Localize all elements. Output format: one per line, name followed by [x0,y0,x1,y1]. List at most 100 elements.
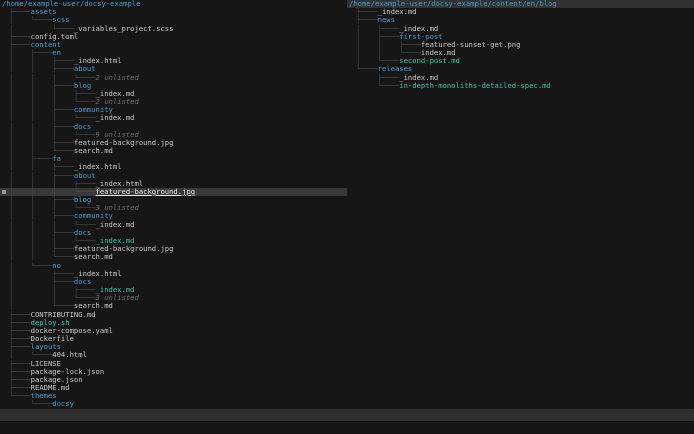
tree-row-file[interactable]: ├────package.json [0,376,347,384]
tree-row-file[interactable]: ├────Dockerfile [0,335,347,343]
tree-branch-lines: ├──── [9,310,31,319]
tree-row-directory[interactable]: │ ├────fa [0,155,347,163]
tree-row-file[interactable]: │ └────second-post.md [347,57,694,65]
tree-branch-lines: │ │ ├──── [9,171,74,180]
mode-flags: h:n gi:y [303,421,359,434]
tree-row-file[interactable]: │ │ │ └────featured-background.jpg [0,187,347,197]
tree-row-file[interactable]: ├────config.toml [0,33,347,41]
directory-name: news [377,16,395,25]
tree-branch-lines: ├──── [9,375,31,384]
tree-row-directory[interactable]: │ │ ├────blog [0,82,347,90]
tree-row-file[interactable]: │ │ ├────featured-sunset-get.png [347,41,694,49]
tree-row-file[interactable]: │ │ ├────featured-background.jpg [0,139,347,147]
tree-row-file[interactable]: │ │ │ └────9 unlisted [0,131,347,139]
tree-row-file[interactable]: │ │ └────index.md [347,49,694,57]
tree-row-file[interactable]: │ │ ├────_index.html [0,57,347,65]
tree-row-directory[interactable]: ├────layouts [0,343,347,351]
tree-row-file[interactable]: │ │ │ └────_index.md [0,114,347,122]
tree-row-file[interactable]: │ │ │ └────2 unlisted [0,98,347,106]
tree-row-file[interactable]: │ │ │ ├────_index.html [0,180,347,188]
tree-row-directory[interactable]: └────themes [0,392,347,400]
file-name: _index.md [399,24,439,33]
left-file-tree-panel: /home/example-user/docsy-example ├────as… [0,0,347,409]
tree-row-file[interactable]: ├────_index.md [347,8,694,16]
tree-row-directory[interactable]: │ └────no [0,262,347,270]
tree-branch-lines: ├──── [9,367,31,376]
tree-row-file[interactable]: │ ├────_index.html [0,270,347,278]
file-name: second-post.md [399,57,460,66]
tree-row-file[interactable]: │ │ └────search.md [0,253,347,261]
tree-branch-lines: │ └──── [9,351,53,360]
tree-row-directory[interactable]: │ │ ├────community [0,212,347,220]
tree-row-file[interactable]: │ │ │ └────_index.md [0,237,347,245]
tree-branch-lines: │ ├──── [9,49,53,58]
tree-row-file[interactable]: ├────README.md [0,384,347,392]
directory-name: community [73,212,113,221]
tree-row-file[interactable]: │ │ ├────featured-background.jpg [0,245,347,253]
tree-branch-lines: ├──── [9,384,31,393]
tree-row-file[interactable]: ├────docker-compose.yaml [0,327,347,335]
tree-branch-lines: │ │ ├──── [9,106,74,115]
tree-row-file[interactable]: │ └────_variables_project.scss [0,25,347,33]
tree-row-file[interactable]: └────in-depth-monoliths-detailed-spec.md [347,82,694,90]
tree-branch-lines: │ │ │ └──── [9,236,96,245]
tree-row-directory[interactable]: │ │ ├────docs [0,229,347,237]
tree-branch-lines: ├──── [9,40,31,49]
tree-row-directory[interactable]: │ └────scss [0,16,347,24]
directory-name: community [73,106,113,115]
tree-branch-lines: │ │ ├──── [9,65,74,74]
tree-branch-lines: │ │ └──── [9,147,74,156]
tree-row-directory[interactable]: │ ├────en [0,49,347,57]
file-name: docker-compose.yaml [30,326,113,335]
tree-row-directory[interactable]: ├────assets [0,8,347,16]
tree-row-file[interactable]: │ │ │ └────_index.md [0,221,347,229]
tree-row-file[interactable]: ├────deploy.sh [0,319,347,327]
tree-row-directory[interactable]: │ │ ├────about [0,172,347,180]
tree-row-directory[interactable]: │ ├────first-post [347,33,694,41]
tree-branch-lines: └──── [9,400,53,409]
tree-row-directory[interactable]: └────releases [347,65,694,73]
tree-row-file[interactable]: │ │ ├────_index.md [0,286,347,294]
left-panel-root-path[interactable]: /home/example-user/docsy-example [0,0,347,8]
right-panel-root-path[interactable]: /home/example-user/docsy-example/content… [347,0,694,9]
tree-branch-lines: │ │ ├──── [9,138,74,147]
tree-row-directory[interactable]: │ │ ├────docs [0,123,347,131]
tree-branch-lines: ├──── [9,343,31,352]
tree-row-file[interactable]: ├────LICENSE [0,360,347,368]
tree-branch-lines: ├──── [356,16,378,25]
tree-row-file[interactable]: │ └────search.md [0,302,347,310]
tree-branch-lines: │ │ │ └──── [9,114,96,123]
tree-branch-lines: │ │ └──── [356,49,421,58]
tree-branch-lines: │ │ │ ├──── [9,89,96,98]
tree-row-directory[interactable]: │ ├────docs [0,278,347,286]
tree-row-file[interactable]: │ │ │ └────2 unlisted [0,74,347,82]
tree-row-file[interactable]: │ └────404.html [0,351,347,359]
command-input-line[interactable]: :cpp h:n gi:y [0,421,694,434]
tree-row-directory[interactable]: └────docsy [0,400,347,408]
tree-branch-lines: │ ├──── [9,155,53,164]
tree-row-directory[interactable]: │ │ ├────community [0,106,347,114]
file-name: CONTRIBUTING.md [30,310,96,319]
tree-row-file[interactable]: │ │ │ ├────_index.md [0,90,347,98]
tree-row-file[interactable]: ├────_index.md [347,74,694,82]
tree-row-directory[interactable]: ├────news [347,16,694,24]
tree-row-file[interactable]: │ │ └────search.md [0,147,347,155]
directory-name: scss [52,16,70,25]
file-name: _index.html [73,57,122,66]
tree-row-file[interactable]: │ │ │ └────3 unlisted [0,204,347,212]
tree-row-file[interactable]: ├────CONTRIBUTING.md [0,311,347,319]
tree-row-file[interactable]: │ │ └────3 unlisted [0,294,347,302]
directory-name: releases [377,65,413,74]
file-name: 404.html [52,351,87,360]
file-name: featured-background.jpg [73,245,174,254]
tree-branch-lines: │ └──── [356,57,400,66]
tree-row-file[interactable]: │ │ ├────_index.html [0,163,347,171]
file-name: _index.md [95,114,135,123]
tree-row-directory[interactable]: │ │ ├────about [0,65,347,73]
tree-row-file[interactable]: ├────package-lock.json [0,368,347,376]
tree-branch-lines: ├──── [9,8,31,17]
tree-row-directory[interactable]: │ │ ├────blog [0,196,347,204]
tree-row-file[interactable]: │ ├────_index.md [347,25,694,33]
tree-branch-lines: │ │ ├──── [9,196,74,205]
tree-row-directory[interactable]: ├────content [0,41,347,49]
